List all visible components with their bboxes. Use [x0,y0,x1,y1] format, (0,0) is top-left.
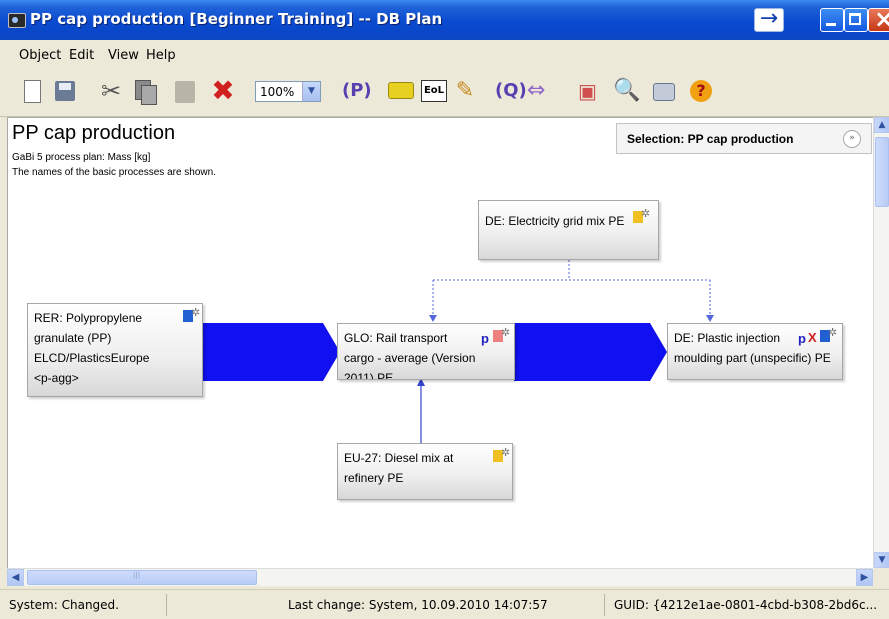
gear-icon[interactable]: ✲ [493,327,510,344]
new-document-icon[interactable] [19,78,45,104]
menu-edit[interactable]: Edit [69,48,94,63]
help-icon[interactable] [688,78,714,104]
process-name: GLO: Rail transport cargo - average (Ver… [344,331,476,380]
process-name: EU-27: Diesel mix at refinery PE [344,451,454,485]
scroll-left-button[interactable]: ◀ [7,569,24,586]
process-electricity[interactable]: DE: Electricity grid mix PE ✲ [478,200,659,260]
status-guid: GUID: {4212e1ae-0801-4cbd-b308-2bd6c... [614,598,878,612]
gear-icon[interactable]: ✲ [183,307,200,324]
parameter-marker: p [481,331,489,346]
vertical-scroll-thumb[interactable] [875,137,889,207]
scroll-up-button[interactable]: ▲ [874,117,889,133]
status-divider [166,594,167,616]
gear-icon[interactable]: ✲ [633,208,650,225]
status-bar: System: Changed. Last change: System, 10… [0,589,889,619]
eol-label: EoL [421,80,447,102]
app-icon[interactable] [8,13,26,28]
x-marker: X [808,330,817,345]
parameter-marker: p [798,331,806,346]
double-arrow-icon[interactable]: ⇔ [527,78,553,104]
process-polypropylene[interactable]: RER: Polypropylene granulate (PP) ELCD/P… [27,303,203,397]
process-plastic-injection[interactable]: DE: Plastic injection moulding part (uns… [667,323,843,380]
zoom-value: 100% [260,85,295,99]
application-window: PP cap production [Beginner Training] --… [0,0,889,619]
status-system: System: Changed. [9,598,119,612]
preview-icon[interactable]: ▣ [578,78,604,104]
cut-icon[interactable]: ✂ [98,78,124,104]
process-name: RER: Polypropylene granulate (PP) ELCD/P… [34,311,150,385]
delete-icon[interactable]: ✖ [210,77,236,105]
window-icon[interactable] [650,78,676,104]
title-bar[interactable]: PP cap production [Beginner Training] --… [0,0,889,40]
plan-canvas[interactable]: PP cap production GaBi 5 process plan: M… [7,117,874,569]
menu-view[interactable]: View [108,48,139,63]
vertical-scrollbar[interactable]: ▲ ▼ [873,117,889,568]
window-title: PP cap production [Beginner Training] --… [30,10,443,28]
flow-arrow-pp-to-transport[interactable] [202,323,340,381]
paste-icon[interactable] [172,78,198,104]
flow-arrow-transport-to-injection[interactable] [514,323,667,381]
edit-icon[interactable]: ✎ [452,78,478,104]
arrowhead-injection [706,315,714,322]
search-icon[interactable]: 🔍 [613,78,640,104]
status-divider [604,594,605,616]
scroll-down-button[interactable]: ▼ [874,552,889,568]
minimize-button[interactable] [820,8,844,32]
maximize-button[interactable] [844,8,868,32]
zoom-select[interactable]: 100% ▼ [255,81,321,102]
process-rail-transport[interactable]: GLO: Rail transport cargo - average (Ver… [337,323,515,380]
save-icon[interactable] [52,78,78,104]
eol-icon[interactable]: EoL [420,78,447,104]
copy-icon[interactable] [132,78,158,105]
scroll-right-button[interactable]: ▶ [856,569,873,586]
parameter-icon[interactable]: (P) [342,78,374,104]
chevron-down-icon[interactable]: ▼ [302,82,320,101]
toolbar: ✂ ✖ 100% ▼ (P) EoL ✎ (Q) ⇔ ▣ 🔍 [0,70,889,117]
horizontal-scrollbar[interactable]: ◀ ▶ [7,568,873,586]
menu-bar: Object Edit View Help [0,40,889,70]
gear-icon[interactable]: ✲ [493,447,510,464]
comment-icon[interactable] [387,78,414,104]
close-button[interactable] [868,5,889,33]
menu-object[interactable]: Object [19,48,61,63]
menu-help[interactable]: Help [146,48,176,63]
process-name: DE: Electricity grid mix PE [485,214,625,228]
arrow-right-icon[interactable]: → [754,8,784,32]
quantity-icon[interactable]: (Q) [495,78,527,104]
gear-icon[interactable]: ✲ [820,327,837,344]
horizontal-scroll-thumb[interactable] [27,570,257,585]
process-diesel[interactable]: EU-27: Diesel mix at refinery PE ✲ [337,443,513,500]
arrowhead-transport [429,315,437,322]
status-last-change: Last change: System, 10.09.2010 14:07:57 [288,598,548,612]
